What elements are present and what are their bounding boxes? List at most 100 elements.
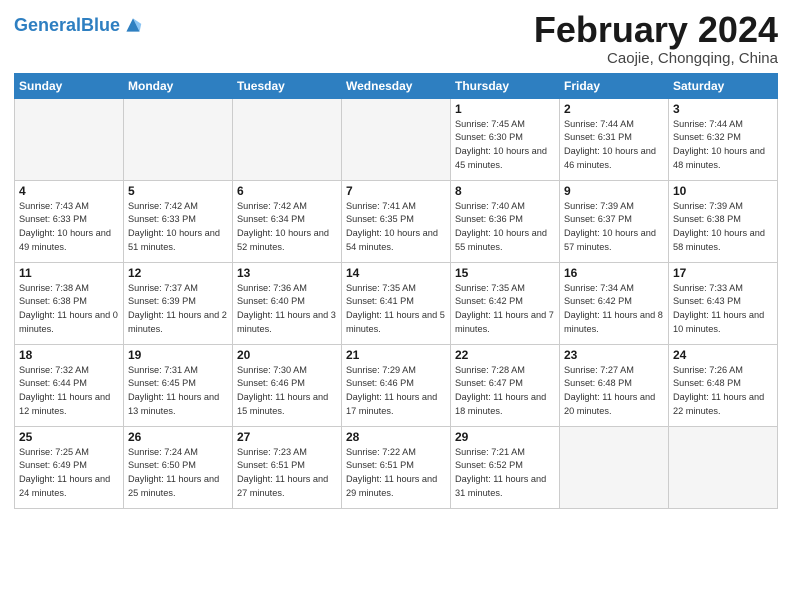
day-number: 1: [455, 102, 555, 116]
calendar-cell: 24 Sunrise: 7:26 AM Sunset: 6:48 PM Dayl…: [669, 344, 778, 426]
calendar-cell: 27 Sunrise: 7:23 AM Sunset: 6:51 PM Dayl…: [233, 426, 342, 508]
day-number: 26: [128, 430, 228, 444]
title-block: February 2024 Caojie, Chongqing, China: [534, 10, 778, 67]
day-number: 15: [455, 266, 555, 280]
calendar-cell: [233, 98, 342, 180]
calendar-cell: 3 Sunrise: 7:44 AM Sunset: 6:32 PM Dayli…: [669, 98, 778, 180]
day-number: 6: [237, 184, 337, 198]
calendar-week-3: 11 Sunrise: 7:38 AM Sunset: 6:38 PM Dayl…: [15, 262, 778, 344]
day-info: Sunrise: 7:34 AM Sunset: 6:42 PM Dayligh…: [564, 282, 664, 337]
day-info: Sunrise: 7:39 AM Sunset: 6:38 PM Dayligh…: [673, 200, 773, 255]
day-info: Sunrise: 7:32 AM Sunset: 6:44 PM Dayligh…: [19, 364, 119, 419]
calendar-week-1: 1 Sunrise: 7:45 AM Sunset: 6:30 PM Dayli…: [15, 98, 778, 180]
day-header-tuesday: Tuesday: [233, 73, 342, 98]
calendar-cell: 25 Sunrise: 7:25 AM Sunset: 6:49 PM Dayl…: [15, 426, 124, 508]
day-number: 8: [455, 184, 555, 198]
day-header-thursday: Thursday: [451, 73, 560, 98]
calendar-cell: 12 Sunrise: 7:37 AM Sunset: 6:39 PM Dayl…: [124, 262, 233, 344]
day-info: Sunrise: 7:24 AM Sunset: 6:50 PM Dayligh…: [128, 446, 228, 501]
calendar-cell: 23 Sunrise: 7:27 AM Sunset: 6:48 PM Dayl…: [560, 344, 669, 426]
day-info: Sunrise: 7:38 AM Sunset: 6:38 PM Dayligh…: [19, 282, 119, 337]
calendar-cell: 21 Sunrise: 7:29 AM Sunset: 6:46 PM Dayl…: [342, 344, 451, 426]
day-number: 17: [673, 266, 773, 280]
day-header-monday: Monday: [124, 73, 233, 98]
location: Caojie, Chongqing, China: [534, 50, 778, 67]
day-number: 14: [346, 266, 446, 280]
calendar-cell: 6 Sunrise: 7:42 AM Sunset: 6:34 PM Dayli…: [233, 180, 342, 262]
calendar-week-2: 4 Sunrise: 7:43 AM Sunset: 6:33 PM Dayli…: [15, 180, 778, 262]
day-number: 5: [128, 184, 228, 198]
day-info: Sunrise: 7:42 AM Sunset: 6:33 PM Dayligh…: [128, 200, 228, 255]
day-number: 19: [128, 348, 228, 362]
day-info: Sunrise: 7:30 AM Sunset: 6:46 PM Dayligh…: [237, 364, 337, 419]
day-info: Sunrise: 7:40 AM Sunset: 6:36 PM Dayligh…: [455, 200, 555, 255]
calendar-cell: 18 Sunrise: 7:32 AM Sunset: 6:44 PM Dayl…: [15, 344, 124, 426]
calendar-cell: [124, 98, 233, 180]
day-number: 29: [455, 430, 555, 444]
day-info: Sunrise: 7:21 AM Sunset: 6:52 PM Dayligh…: [455, 446, 555, 501]
logo-text: GeneralBlue: [14, 16, 120, 34]
calendar-cell: 7 Sunrise: 7:41 AM Sunset: 6:35 PM Dayli…: [342, 180, 451, 262]
month-title: February 2024: [534, 10, 778, 50]
page-container: GeneralBlue February 2024 Caojie, Chongq…: [0, 0, 792, 519]
calendar-cell: 20 Sunrise: 7:30 AM Sunset: 6:46 PM Dayl…: [233, 344, 342, 426]
day-info: Sunrise: 7:39 AM Sunset: 6:37 PM Dayligh…: [564, 200, 664, 255]
day-info: Sunrise: 7:23 AM Sunset: 6:51 PM Dayligh…: [237, 446, 337, 501]
day-number: 3: [673, 102, 773, 116]
day-header-friday: Friday: [560, 73, 669, 98]
calendar-cell: 2 Sunrise: 7:44 AM Sunset: 6:31 PM Dayli…: [560, 98, 669, 180]
logo: GeneralBlue: [14, 14, 144, 36]
calendar-table: SundayMondayTuesdayWednesdayThursdayFrid…: [14, 73, 778, 509]
day-info: Sunrise: 7:35 AM Sunset: 6:41 PM Dayligh…: [346, 282, 446, 337]
calendar-cell: 22 Sunrise: 7:28 AM Sunset: 6:47 PM Dayl…: [451, 344, 560, 426]
day-info: Sunrise: 7:31 AM Sunset: 6:45 PM Dayligh…: [128, 364, 228, 419]
day-number: 12: [128, 266, 228, 280]
calendar-cell: [669, 426, 778, 508]
day-number: 22: [455, 348, 555, 362]
day-info: Sunrise: 7:43 AM Sunset: 6:33 PM Dayligh…: [19, 200, 119, 255]
day-info: Sunrise: 7:44 AM Sunset: 6:32 PM Dayligh…: [673, 118, 773, 173]
calendar-cell: 13 Sunrise: 7:36 AM Sunset: 6:40 PM Dayl…: [233, 262, 342, 344]
calendar-cell: 14 Sunrise: 7:35 AM Sunset: 6:41 PM Dayl…: [342, 262, 451, 344]
day-info: Sunrise: 7:41 AM Sunset: 6:35 PM Dayligh…: [346, 200, 446, 255]
day-info: Sunrise: 7:35 AM Sunset: 6:42 PM Dayligh…: [455, 282, 555, 337]
calendar-cell: 9 Sunrise: 7:39 AM Sunset: 6:37 PM Dayli…: [560, 180, 669, 262]
day-info: Sunrise: 7:25 AM Sunset: 6:49 PM Dayligh…: [19, 446, 119, 501]
calendar-cell: 4 Sunrise: 7:43 AM Sunset: 6:33 PM Dayli…: [15, 180, 124, 262]
calendar-cell: 11 Sunrise: 7:38 AM Sunset: 6:38 PM Dayl…: [15, 262, 124, 344]
calendar-cell: [342, 98, 451, 180]
day-number: 25: [19, 430, 119, 444]
day-number: 27: [237, 430, 337, 444]
calendar-week-5: 25 Sunrise: 7:25 AM Sunset: 6:49 PM Dayl…: [15, 426, 778, 508]
day-info: Sunrise: 7:37 AM Sunset: 6:39 PM Dayligh…: [128, 282, 228, 337]
day-info: Sunrise: 7:42 AM Sunset: 6:34 PM Dayligh…: [237, 200, 337, 255]
day-header-wednesday: Wednesday: [342, 73, 451, 98]
calendar-cell: [560, 426, 669, 508]
calendar-cell: 17 Sunrise: 7:33 AM Sunset: 6:43 PM Dayl…: [669, 262, 778, 344]
calendar-cell: 29 Sunrise: 7:21 AM Sunset: 6:52 PM Dayl…: [451, 426, 560, 508]
day-info: Sunrise: 7:29 AM Sunset: 6:46 PM Dayligh…: [346, 364, 446, 419]
day-info: Sunrise: 7:26 AM Sunset: 6:48 PM Dayligh…: [673, 364, 773, 419]
day-number: 11: [19, 266, 119, 280]
calendar-week-4: 18 Sunrise: 7:32 AM Sunset: 6:44 PM Dayl…: [15, 344, 778, 426]
day-info: Sunrise: 7:36 AM Sunset: 6:40 PM Dayligh…: [237, 282, 337, 337]
day-info: Sunrise: 7:27 AM Sunset: 6:48 PM Dayligh…: [564, 364, 664, 419]
day-number: 10: [673, 184, 773, 198]
calendar-cell: [15, 98, 124, 180]
calendar-cell: 26 Sunrise: 7:24 AM Sunset: 6:50 PM Dayl…: [124, 426, 233, 508]
header: GeneralBlue February 2024 Caojie, Chongq…: [14, 10, 778, 67]
day-number: 21: [346, 348, 446, 362]
calendar-cell: 8 Sunrise: 7:40 AM Sunset: 6:36 PM Dayli…: [451, 180, 560, 262]
day-info: Sunrise: 7:28 AM Sunset: 6:47 PM Dayligh…: [455, 364, 555, 419]
day-number: 16: [564, 266, 664, 280]
day-number: 28: [346, 430, 446, 444]
day-info: Sunrise: 7:33 AM Sunset: 6:43 PM Dayligh…: [673, 282, 773, 337]
day-info: Sunrise: 7:22 AM Sunset: 6:51 PM Dayligh…: [346, 446, 446, 501]
day-number: 4: [19, 184, 119, 198]
day-number: 9: [564, 184, 664, 198]
day-header-saturday: Saturday: [669, 73, 778, 98]
day-number: 2: [564, 102, 664, 116]
calendar-cell: 16 Sunrise: 7:34 AM Sunset: 6:42 PM Dayl…: [560, 262, 669, 344]
day-number: 13: [237, 266, 337, 280]
calendar-cell: 10 Sunrise: 7:39 AM Sunset: 6:38 PM Dayl…: [669, 180, 778, 262]
